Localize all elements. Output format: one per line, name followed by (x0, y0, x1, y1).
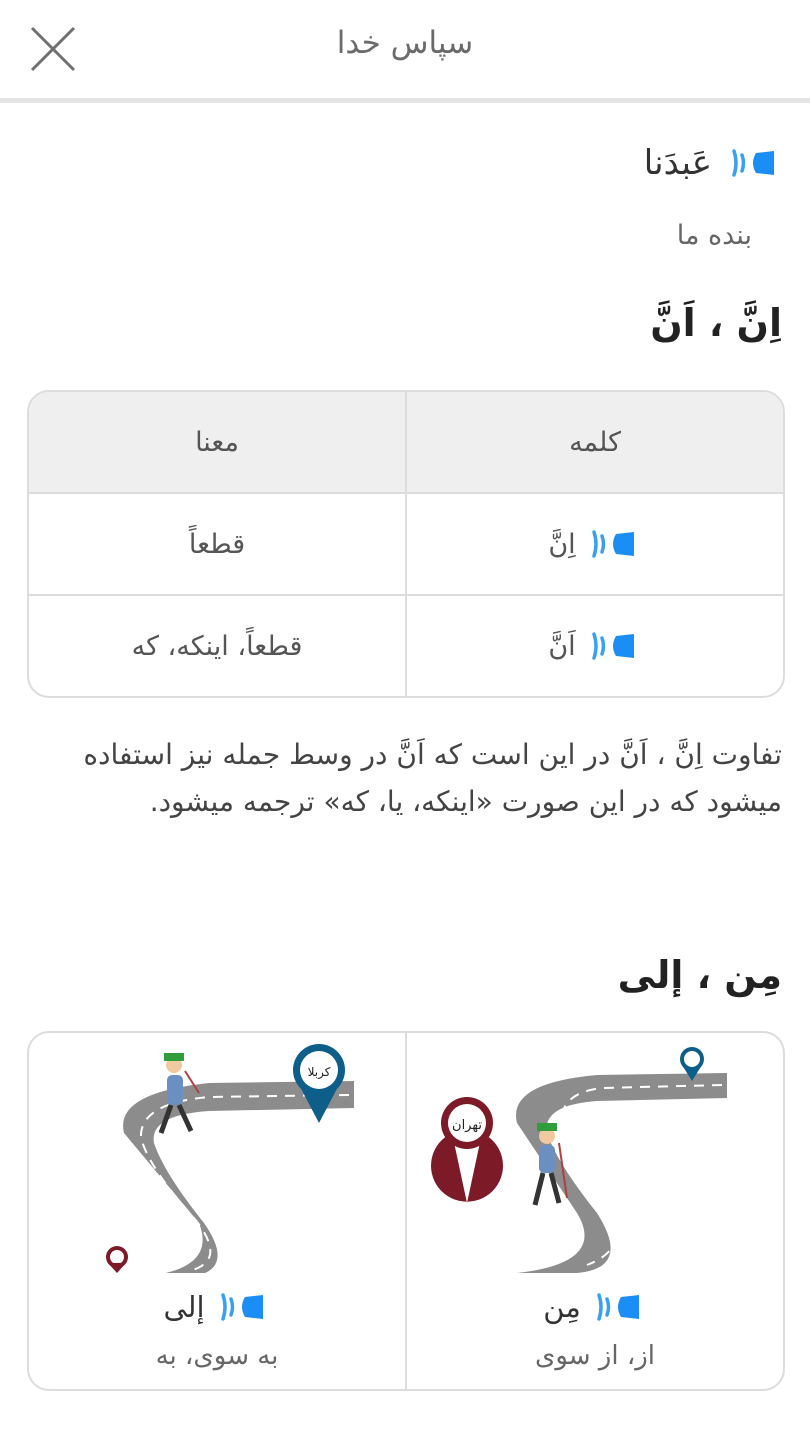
speaker-icon[interactable] (724, 143, 782, 183)
location-pin-icon (293, 1044, 345, 1123)
speaker-icon[interactable] (584, 626, 642, 666)
table-cell-meaning: قطعاً (29, 494, 407, 594)
location-pin-icon (431, 1097, 503, 1203)
table-cell-word: اِنَّ (407, 494, 783, 594)
table-cell-word: اَنَّ (407, 596, 783, 696)
card-word-row: مِن (407, 1287, 783, 1327)
card-word: مِن (543, 1290, 581, 1324)
section-title-inna-anna: اِنَّ ، اَنَّ (650, 301, 782, 345)
lesson-content: َ عَبدَنا بنده ما اِنَّ ، اَنَّ کلمه معن… (0, 103, 810, 1440)
table-row: اَنَّ قطعاً، اینکه، که (29, 594, 783, 696)
hiker-icon (532, 1123, 568, 1206)
card-word: إلی (163, 1290, 205, 1324)
card-min: تهران مِن از، از سوی (407, 1033, 783, 1389)
explanation-paragraph: تفاوت اِنَّ ، اَنَّ در این است که اَنَّ … (83, 738, 782, 818)
table-cell-meaning: قطعاً، اینکه، که (29, 596, 407, 696)
speaker-icon[interactable] (589, 1287, 647, 1327)
speaker-icon[interactable] (584, 524, 642, 564)
table-row: اِنَّ قطعاً (29, 492, 783, 594)
vocab-word-row: عَبدَنا (644, 143, 782, 183)
pin-label: تهران (452, 1118, 482, 1133)
word-text: اِنَّ (548, 528, 576, 560)
road-illustration-to: کربلا (106, 1044, 354, 1273)
card-word-row: إلی (29, 1287, 405, 1327)
card-meaning: به سوی، به (155, 1341, 279, 1371)
speaker-icon[interactable] (213, 1287, 271, 1327)
card-meaning: از، از سوی (534, 1341, 656, 1371)
column-header-word: کلمه (569, 426, 621, 458)
vocab-meaning: بنده ما (676, 220, 752, 251)
pin-label: کربلا (308, 1065, 331, 1080)
word-text: اَنَّ (548, 630, 576, 662)
small-location-pin-icon (106, 1246, 128, 1273)
table-header-row: کلمه معنا (29, 392, 783, 492)
top-bar: سپاس خدا (0, 0, 810, 103)
road-illustration-from: تهران (431, 1047, 727, 1273)
illustration-table: تهران مِن از، از سوی کربلا إلی به سوی، ب… (27, 1031, 785, 1391)
column-header-meaning: معنا (29, 392, 407, 492)
card-ila: کربلا إلی به سوی، به (29, 1033, 407, 1389)
page-title: سپاس خدا (336, 25, 474, 61)
section-title-min-ila: مِن ، إلی (617, 953, 782, 997)
vocab-table: کلمه معنا اِنَّ قطعاً اَنَّ قطعاً، اینکه… (27, 390, 785, 698)
vocab-word: عَبدَنا (643, 143, 712, 183)
